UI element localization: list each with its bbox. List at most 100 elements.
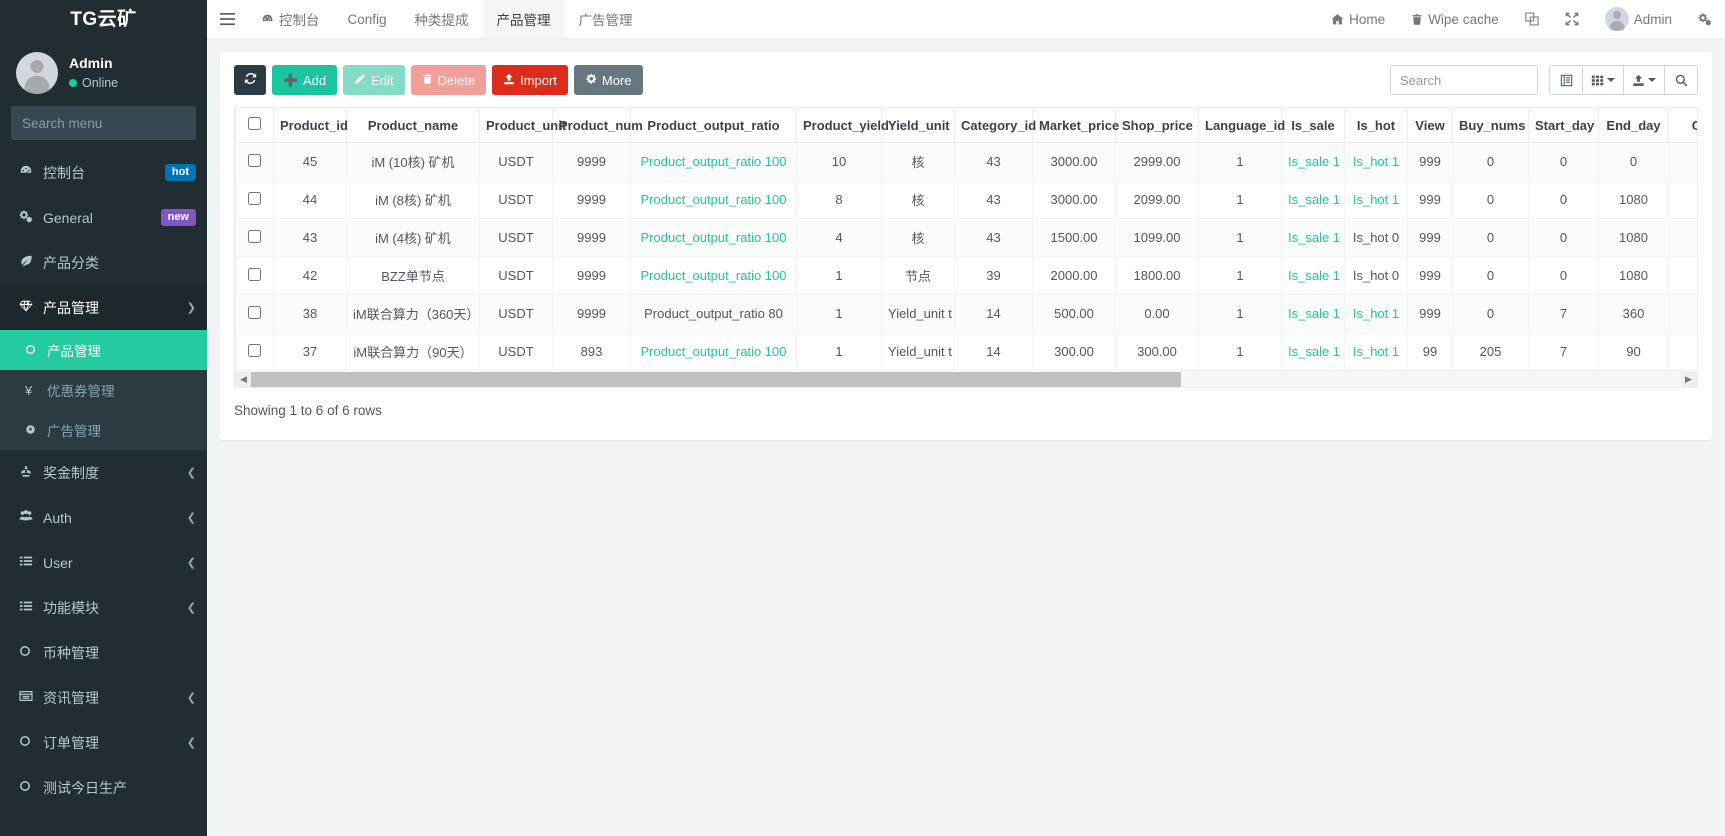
fullscreen-button[interactable] xyxy=(1552,0,1592,38)
cell-is_hot: Is_hot 1 xyxy=(1345,143,1408,181)
search-menu-input[interactable] xyxy=(12,116,207,131)
table-row[interactable]: 44iM (8核) 矿机USDT9999Product_output_ratio… xyxy=(236,181,1699,219)
tab-广告管理[interactable]: 广告管理 xyxy=(565,0,647,38)
table-row[interactable]: 43iM (4核) 矿机USDT9999Product_output_ratio… xyxy=(236,219,1699,257)
edit-button[interactable]: Edit xyxy=(343,65,404,95)
column-header[interactable]: Product_yield xyxy=(797,108,882,143)
column-header[interactable]: Curr xyxy=(1669,108,1699,143)
column-header[interactable]: Product_id xyxy=(274,108,347,143)
brand-logo[interactable]: TG云矿 xyxy=(0,0,207,39)
sidebar-subitem-产品管理[interactable]: 产品管理 xyxy=(0,330,207,370)
search-button[interactable] xyxy=(1664,65,1698,95)
select-all-header[interactable] xyxy=(236,108,274,143)
search-input[interactable] xyxy=(1390,65,1538,95)
more-button[interactable]: More xyxy=(574,65,643,95)
import-button[interactable]: Import xyxy=(492,65,568,95)
delete-label: Delete xyxy=(438,73,476,88)
settings-button[interactable] xyxy=(1685,0,1725,38)
sidebar-item-产品管理[interactable]: 产品管理 ❯ 产品管理 ¥ xyxy=(0,285,207,450)
sidebar-subitem-广告管理[interactable]: 广告管理 xyxy=(0,410,207,450)
sidebar-subitem-优惠券管理[interactable]: ¥ 优惠券管理 xyxy=(0,370,207,410)
column-header[interactable]: Product_unit xyxy=(480,108,553,143)
tab-产品管理[interactable]: 产品管理 xyxy=(483,0,565,38)
row-select-cell[interactable] xyxy=(236,181,274,219)
card-view-button[interactable] xyxy=(1549,65,1583,95)
sidebar-item-资讯管理[interactable]: 资讯管理 ❮ xyxy=(0,675,207,720)
cell-is_sale: Is_sale 1 xyxy=(1282,257,1345,295)
menu-toggle-icon[interactable] xyxy=(207,0,247,38)
columns-button[interactable] xyxy=(1582,65,1624,95)
sidebar-user-info: Admin Online xyxy=(69,54,118,92)
sidebar-item-订单管理[interactable]: 订单管理 ❮ xyxy=(0,720,207,765)
scroll-right-arrow-icon[interactable]: ▶ xyxy=(1681,372,1696,387)
cell-market_price: 300.00 xyxy=(1033,333,1116,371)
column-header[interactable]: Yield_unit xyxy=(882,108,955,143)
column-header[interactable]: Product_output_ratio xyxy=(631,108,797,143)
column-header[interactable]: Is_hot xyxy=(1345,108,1408,143)
column-header[interactable]: Product_num xyxy=(553,108,631,143)
row-select-cell[interactable] xyxy=(236,295,274,333)
plus-icon: ➕ xyxy=(283,73,298,87)
sidebar-item-产品分类[interactable]: 产品分类 xyxy=(0,240,207,285)
sidebar-item-奖金制度[interactable]: 奖金制度 ❮ xyxy=(0,450,207,495)
column-header[interactable]: View xyxy=(1408,108,1453,143)
scrollbar-track[interactable] xyxy=(251,372,1681,387)
row-checkbox[interactable] xyxy=(248,154,261,167)
edit-label: Edit xyxy=(371,73,393,88)
cell-language_id: 1 xyxy=(1199,333,1282,371)
gear-icon xyxy=(1698,12,1712,26)
row-select-cell[interactable] xyxy=(236,219,274,257)
table-row[interactable]: 37iM联合算力（90天）USDT893Product_output_ratio… xyxy=(236,333,1699,371)
user-menu-button[interactable]: Admin xyxy=(1592,0,1685,38)
refresh-button[interactable] xyxy=(234,65,266,95)
sidebar-item-功能模块[interactable]: 功能模块 ❮ xyxy=(0,585,207,630)
column-header[interactable]: Market_price xyxy=(1033,108,1116,143)
column-header[interactable]: Is_sale xyxy=(1282,108,1345,143)
select-all-checkbox[interactable] xyxy=(248,117,261,130)
row-select-cell[interactable] xyxy=(236,333,274,371)
cell-product_yield: 10 xyxy=(797,143,882,181)
sidebar-item-测试今日生产[interactable]: 测试今日生产 xyxy=(0,765,207,810)
column-header[interactable]: Buy_nums xyxy=(1453,108,1529,143)
tab-config[interactable]: Config xyxy=(334,0,401,38)
row-select-cell[interactable] xyxy=(236,257,274,295)
table-row[interactable]: 42BZZ单节点USDT9999Product_output_ratio 100… xyxy=(236,257,1699,295)
table-row[interactable]: 45iM (10核) 矿机USDT9999Product_output_rati… xyxy=(236,143,1699,181)
tab-种类提成[interactable]: 种类提成 xyxy=(401,0,483,38)
scrollbar-thumb[interactable] xyxy=(251,372,1181,387)
row-checkbox[interactable] xyxy=(248,230,261,243)
column-header[interactable]: Category_id xyxy=(955,108,1033,143)
column-header[interactable]: Language_id xyxy=(1199,108,1282,143)
tab-控制台[interactable]: 控制台 xyxy=(247,0,334,38)
sidebar-item-auth[interactable]: Auth ❮ xyxy=(0,495,207,540)
cell-shop_price: 300.00 xyxy=(1116,333,1199,371)
gears-icon xyxy=(19,209,43,226)
row-checkbox[interactable] xyxy=(248,344,261,357)
horizontal-scrollbar[interactable]: ◀ ▶ xyxy=(235,371,1697,388)
sidebar-menu: 控制台 hot General new 产品分类 xyxy=(0,150,207,810)
sidebar-item-general[interactable]: General new xyxy=(0,195,207,240)
row-checkbox[interactable] xyxy=(248,306,261,319)
delete-button[interactable]: Delete xyxy=(411,65,487,95)
add-button[interactable]: ➕ Add xyxy=(272,65,337,95)
wipe-cache-button[interactable]: Wipe cache xyxy=(1398,0,1512,38)
table-row[interactable]: 38iM联合算力（360天）USDT9999Product_output_rat… xyxy=(236,295,1699,333)
sidebar-search[interactable] xyxy=(11,106,196,140)
export-button[interactable] xyxy=(1623,65,1665,95)
row-checkbox[interactable] xyxy=(248,192,261,205)
sidebar-item-控制台[interactable]: 控制台 hot xyxy=(0,150,207,195)
column-header[interactable]: Product_name xyxy=(347,108,480,143)
column-header[interactable]: End_day xyxy=(1599,108,1669,143)
column-header[interactable]: Start_day xyxy=(1529,108,1599,143)
row-select-cell[interactable] xyxy=(236,143,274,181)
sidebar-item-user[interactable]: User ❮ xyxy=(0,540,207,585)
dashboard-icon xyxy=(19,164,43,181)
main-area: 控制台 Config 种类提成 产品管理 广告管理 Home xyxy=(207,0,1725,836)
column-header[interactable]: Shop_price xyxy=(1116,108,1199,143)
more-label: More xyxy=(602,73,632,88)
scroll-left-arrow-icon[interactable]: ◀ xyxy=(236,372,251,387)
home-button[interactable]: Home xyxy=(1318,0,1398,38)
language-button[interactable] xyxy=(1512,0,1552,38)
row-checkbox[interactable] xyxy=(248,268,261,281)
sidebar-item-币种管理[interactable]: 币种管理 xyxy=(0,630,207,675)
